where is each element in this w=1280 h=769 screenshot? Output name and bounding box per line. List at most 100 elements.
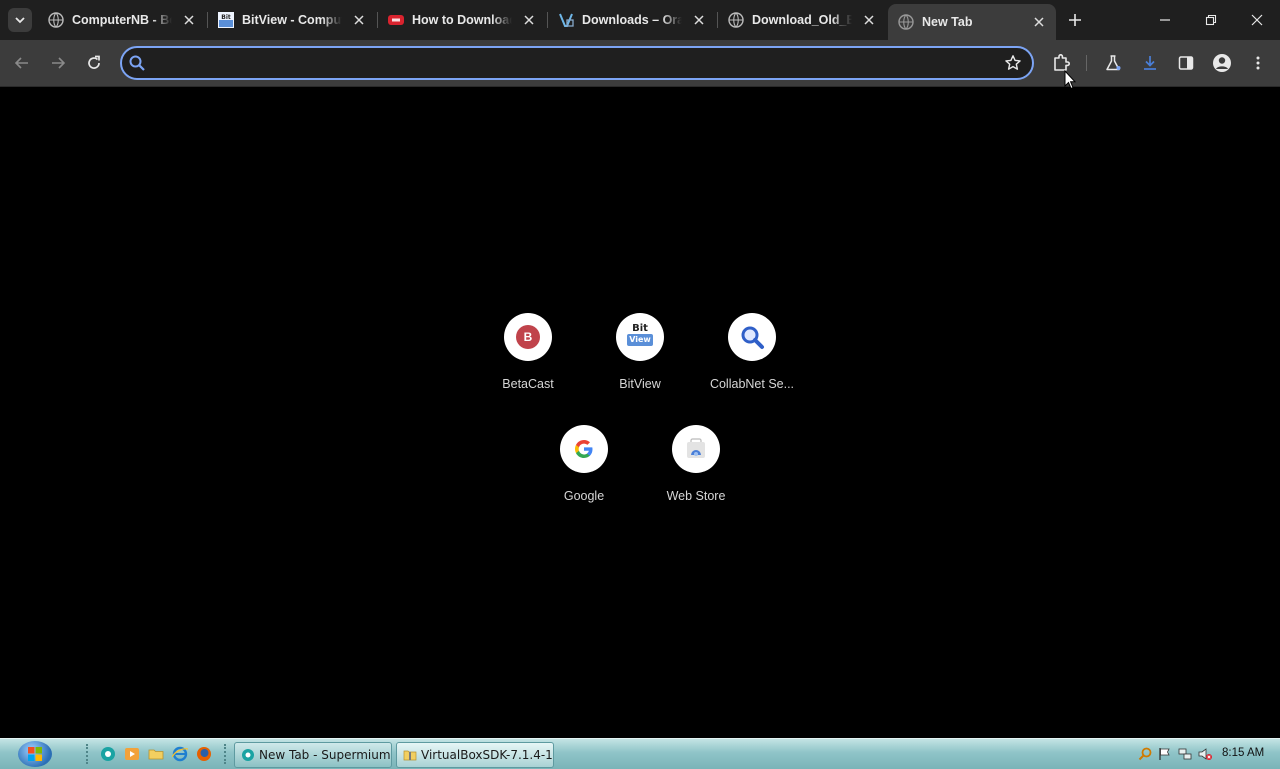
google-icon: [575, 440, 593, 458]
taskbar: New Tab - Supermium VirtualBoxSDK-7.1.4-…: [0, 738, 1280, 769]
shortcut-icon-tile: [728, 313, 776, 361]
tab-how-to-download[interactable]: How to Download: [378, 6, 546, 34]
shortcut-label: Google: [563, 489, 605, 503]
side-panel-icon: [1178, 56, 1194, 70]
close-icon[interactable]: [692, 13, 706, 27]
close-icon[interactable]: [1032, 15, 1046, 29]
shortcut-label: CollabNet Se...: [709, 377, 795, 391]
flask-icon: [1106, 55, 1121, 71]
taskbar-task-virtualbox-sdk[interactable]: VirtualBoxSDK-7.1.4-16...: [396, 742, 554, 768]
tab-search-button[interactable]: [8, 8, 32, 32]
close-window-button[interactable]: [1245, 8, 1269, 32]
webstore-icon: [687, 438, 705, 458]
more-vertical-icon: [1256, 56, 1260, 70]
download-icon: [1144, 56, 1156, 70]
arrow-left-icon: [14, 57, 28, 69]
tab-download-old-builds[interactable]: Download_Old_Builds: [718, 6, 886, 34]
profile-button[interactable]: [1210, 51, 1234, 75]
close-icon[interactable]: [522, 13, 536, 27]
new-tab-button[interactable]: [1064, 9, 1086, 31]
volume-muted-icon[interactable]: [1198, 747, 1212, 761]
shortcut-label: BitView: [619, 377, 661, 391]
shortcut-betacast[interactable]: B BetaCast: [472, 313, 584, 417]
shortcut-google[interactable]: Google: [528, 425, 640, 529]
close-icon[interactable]: [352, 13, 366, 27]
bitview-icon: Bit: [218, 12, 234, 28]
tab-title: New Tab: [922, 15, 973, 29]
bitview-logo-bottom: View: [627, 334, 653, 346]
video-icon: [388, 12, 404, 28]
tab-downloads-oracle[interactable]: Downloads – Oracle: [548, 6, 716, 34]
virtualbox-icon: [558, 12, 574, 28]
close-icon[interactable]: [182, 13, 196, 27]
svg-text:Bit: Bit: [221, 14, 231, 21]
tab-title: How to Download: [412, 13, 512, 27]
taskbar-grip: [224, 744, 229, 764]
toolbar-divider: [1086, 55, 1087, 71]
close-icon[interactable]: [862, 13, 876, 27]
labs-button[interactable]: [1101, 51, 1125, 75]
tab-title: Downloads – Oracle: [582, 13, 682, 27]
browser-toolbar: [0, 40, 1280, 87]
shortcut-icon-tile: [560, 425, 608, 473]
task-label: New Tab - Supermium: [259, 748, 391, 762]
tab-strip: ComputerNB - Better Bit BitView - Comput…: [0, 0, 1280, 40]
flag-icon[interactable]: [1158, 747, 1172, 761]
side-panel-button[interactable]: [1174, 51, 1198, 75]
tab-bitview[interactable]: Bit BitView - Computer: [208, 6, 376, 34]
bitview-logo-top: Bit: [632, 323, 648, 334]
start-button[interactable]: [18, 741, 52, 767]
shortcut-label: Web Store: [666, 489, 726, 503]
tab-title: Download_Old_Builds: [752, 13, 852, 27]
media-player-icon[interactable]: [124, 746, 140, 762]
chevron-down-icon: [15, 17, 25, 24]
new-tab-page: B BetaCast Bit View BitView CollabNet Se…: [0, 87, 1280, 738]
search-icon: [128, 54, 146, 77]
menu-button[interactable]: [1246, 51, 1270, 75]
browser-quick-launch-icon[interactable]: [100, 746, 116, 762]
shortcut-icon-tile: Bit View: [616, 313, 664, 361]
downloads-button[interactable]: [1138, 51, 1162, 75]
globe-icon: [898, 14, 914, 30]
network-icon[interactable]: [1178, 747, 1192, 761]
search-icon: [741, 326, 764, 349]
folder-icon[interactable]: [148, 746, 164, 762]
bookmark-star-icon[interactable]: [1004, 54, 1022, 77]
address-input[interactable]: [156, 53, 980, 75]
reload-icon: [88, 55, 100, 69]
firefox-icon[interactable]: [196, 746, 212, 762]
tab-computernb[interactable]: ComputerNB - Better: [38, 6, 206, 34]
quick-launch-grip: [86, 744, 91, 764]
bitview-icon: Bit View: [627, 323, 653, 351]
restore-icon: [1205, 14, 1217, 26]
search-tray-icon[interactable]: [1138, 747, 1152, 761]
minimize-button[interactable]: [1153, 8, 1177, 32]
tab-new-tab[interactable]: New Tab: [888, 4, 1056, 40]
internet-explorer-icon[interactable]: [172, 746, 188, 762]
shortcut-icon-tile: [672, 425, 720, 473]
shortcut-bitview[interactable]: Bit View BitView: [584, 313, 696, 417]
reload-button[interactable]: [82, 51, 106, 75]
shortcut-label: BetaCast: [502, 377, 554, 391]
tab-title: BitView - Computer: [242, 13, 342, 27]
avatar-icon: [1213, 54, 1231, 72]
system-clock[interactable]: 8:15 AM: [1222, 747, 1264, 759]
shortcut-icon-tile: B: [504, 313, 552, 361]
tab-title: ComputerNB - Better: [72, 13, 172, 27]
globe-icon: [728, 12, 744, 28]
forward-button[interactable]: [46, 51, 70, 75]
browser-icon: [242, 749, 254, 761]
taskbar-task-new-tab[interactable]: New Tab - Supermium: [234, 742, 392, 768]
shortcut-web-store[interactable]: Web Store: [640, 425, 752, 529]
plus-icon: [1069, 14, 1081, 26]
betacast-letter: B: [523, 330, 533, 344]
betacast-icon: B: [516, 325, 540, 349]
arrow-right-icon: [52, 57, 66, 69]
shortcut-collabnet[interactable]: CollabNet Se...: [696, 313, 808, 417]
restore-button[interactable]: [1199, 8, 1223, 32]
address-bar[interactable]: [120, 46, 1034, 80]
globe-icon: [48, 12, 64, 28]
windows-logo-icon: [28, 747, 42, 761]
back-button[interactable]: [10, 51, 34, 75]
mouse-cursor-icon: [1064, 69, 1077, 95]
